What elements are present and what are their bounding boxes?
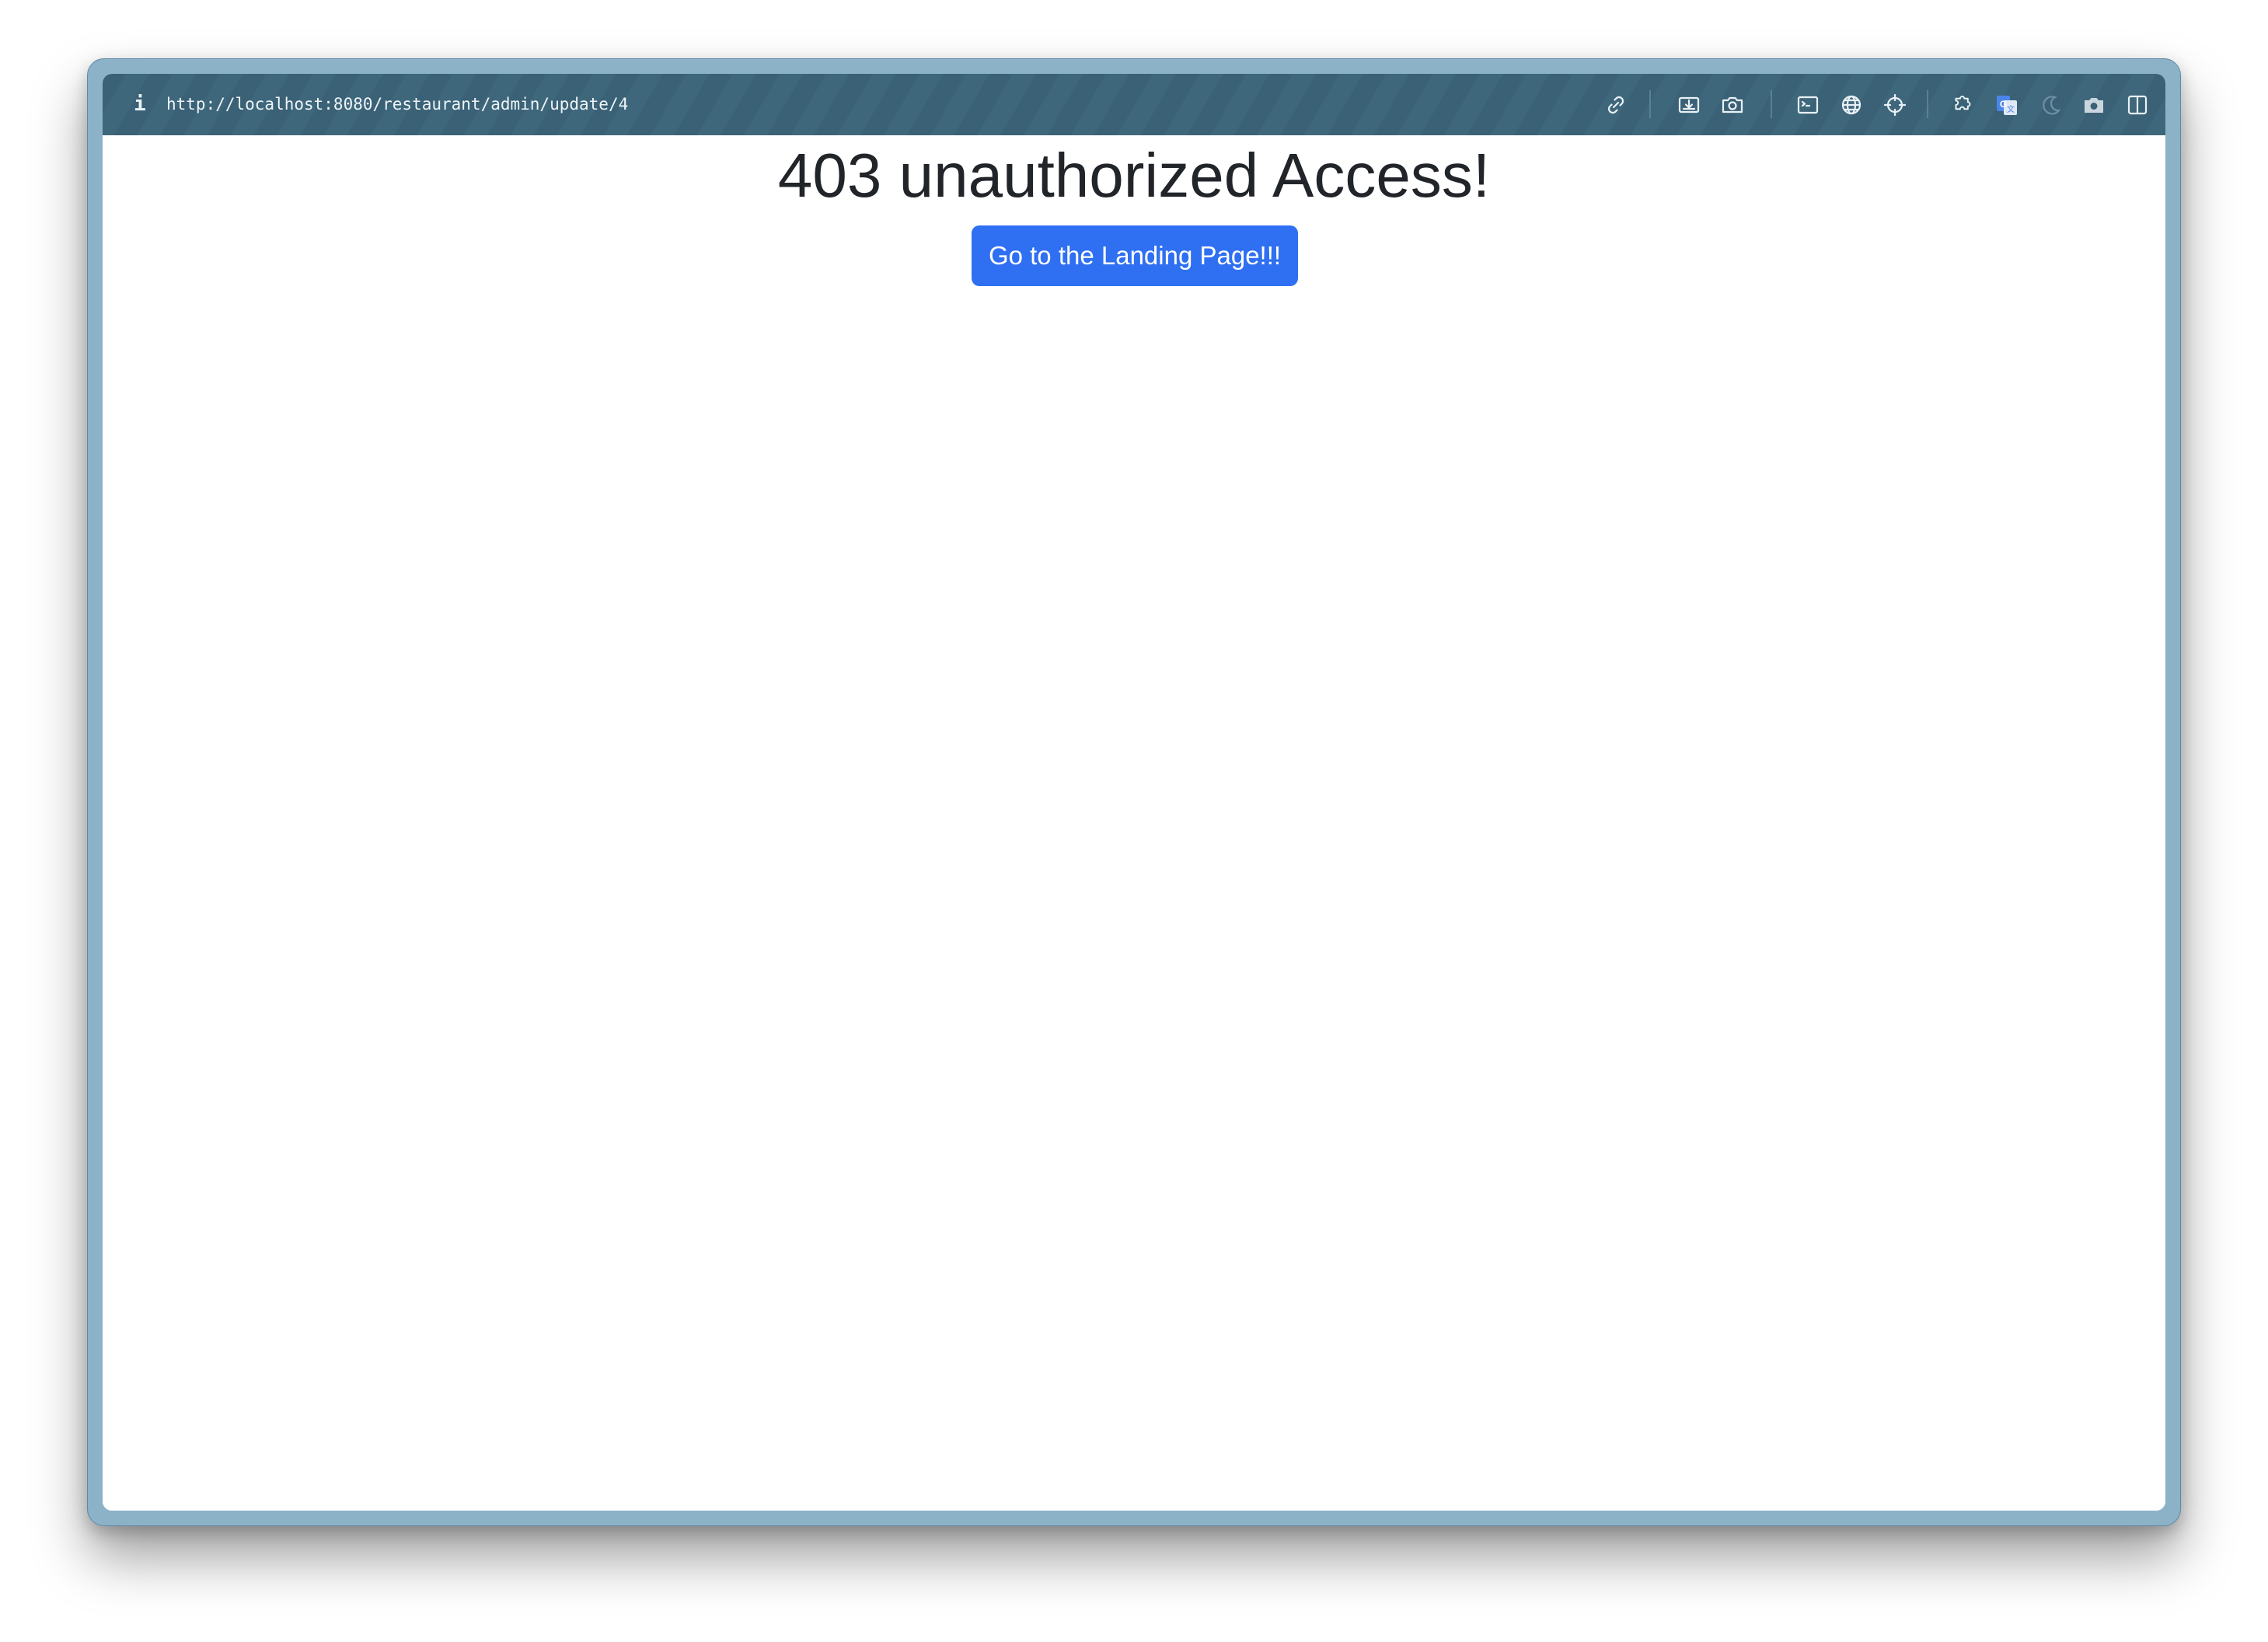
browser-viewport: i http://localhost:8080/restaurant/admin… [103, 74, 2165, 1511]
page-content: 403 unauthorized Access! Go to the Landi… [103, 135, 2165, 1511]
toolbar-divider [1927, 90, 1928, 118]
globe-icon[interactable] [1839, 93, 1864, 117]
info-icon[interactable]: i [126, 89, 154, 119]
crosshair-icon[interactable] [1882, 93, 1907, 117]
puzzle-extension-icon[interactable] [1951, 93, 1976, 117]
translate-icon[interactable]: G 文 [1994, 93, 2019, 117]
camera-icon[interactable] [1720, 93, 1745, 117]
toolbar-divider [1771, 90, 1772, 118]
moon-icon[interactable] [2038, 93, 2063, 117]
browser-toolbar: i http://localhost:8080/restaurant/admin… [103, 74, 2165, 135]
error-heading: 403 unauthorized Access! [777, 141, 1491, 210]
toolbar-divider [1649, 90, 1651, 118]
screenshot-icon[interactable] [2081, 93, 2106, 117]
link-icon[interactable] [1603, 93, 1628, 117]
terminal-icon[interactable] [1795, 93, 1820, 117]
svg-text:G: G [2000, 99, 2007, 110]
browser-window: i http://localhost:8080/restaurant/admin… [87, 58, 2181, 1526]
split-view-icon[interactable] [2125, 93, 2150, 117]
landing-page-button[interactable]: Go to the Landing Page!!! [972, 225, 1298, 286]
address-bar[interactable]: http://localhost:8080/restaurant/admin/u… [166, 89, 628, 119]
svg-text:文: 文 [2007, 104, 2015, 114]
download-icon[interactable] [1677, 93, 1701, 117]
